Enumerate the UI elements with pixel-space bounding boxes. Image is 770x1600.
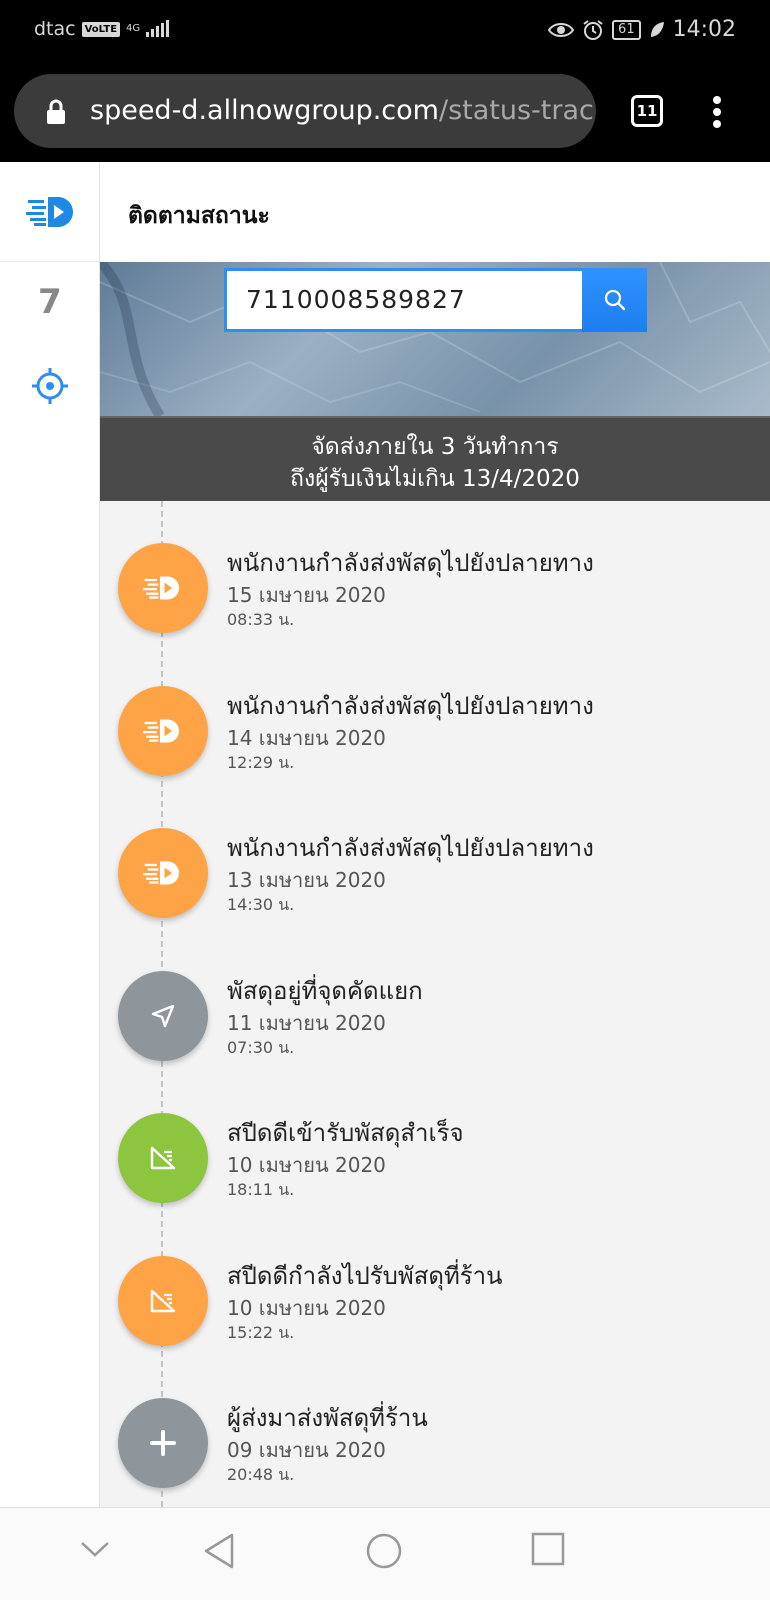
volte-badge: VoLTE <box>81 21 121 37</box>
search-banner: 7110008589827 <box>100 262 770 416</box>
sidebar: 7 <box>0 162 100 1507</box>
event-date: 10 เมษายน 2020 <box>227 1296 386 1320</box>
network-type: 4G <box>126 23 141 34</box>
event-date: 10 เมษายน 2020 <box>227 1153 386 1177</box>
event-title: พนักงานกำลังส่งพัสดุไปยังปลายทาง <box>227 834 594 862</box>
timeline-event: พนักงานกำลังส่งพัสดุไปยังปลายทาง 13 เมษา… <box>100 786 770 931</box>
event-title: สปีดดีกำลังไปรับพัสดุที่ร้าน <box>227 1262 503 1290</box>
event-time: 12:29 น. <box>227 753 295 772</box>
event-time: 15:22 น. <box>227 1323 295 1342</box>
timeline-event: สปีดดีเข้ารับพัสดุสำเร็จ 10 เมษายน 2020 … <box>100 1071 770 1216</box>
event-title: พนักงานกำลังส่งพัสดุไปยังปลายทาง <box>227 692 594 720</box>
event-title: พัสดุอยู่ที่จุดคัดแยก <box>227 977 423 1005</box>
tab-switcher-button[interactable]: 11 <box>631 95 663 127</box>
event-time: 18:11 น. <box>227 1180 295 1199</box>
event-status-dot <box>118 1256 208 1346</box>
status-timeline: พนักงานกำลังส่งพัสดุไปยังปลายทาง 15 เมษา… <box>100 501 770 1507</box>
clock-time: 14:02 <box>672 17 736 42</box>
timeline-event: สปีดดีกำลังไปรับพัสดุที่ร้าน 10 เมษายน 2… <box>100 1214 770 1359</box>
event-date: 09 เมษายน 2020 <box>227 1438 386 1462</box>
delivery-notice: จัดส่งภายใน 3 วันทำการ ถึงผู้รับเงินไม่เ… <box>100 416 770 501</box>
browser-toolbar: speed-d.allnowgroup.com/status-trac 11 <box>0 62 770 162</box>
home-icon[interactable] <box>365 1532 403 1570</box>
lock-icon <box>47 99 65 124</box>
recent-apps-icon[interactable] <box>531 1532 565 1566</box>
event-date: 11 เมษายน 2020 <box>227 1011 386 1035</box>
timeline-event: พนักงานกำลังส่งพัสดุไปยังปลายทาง 14 เมษา… <box>100 644 770 789</box>
speed-d-logo[interactable] <box>0 162 100 262</box>
location-target-icon[interactable] <box>31 367 69 405</box>
alarm-icon <box>583 19 603 40</box>
plus-icon <box>150 1430 176 1456</box>
event-time: 14:30 น. <box>227 895 295 914</box>
battery-indicator: 61 <box>612 19 641 40</box>
parcel-pickup-icon <box>150 1146 176 1170</box>
search-icon <box>604 289 625 311</box>
timeline-event: พัสดุอยู่ที่จุดคัดแยก 11 เมษายน 2020 07:… <box>100 929 770 1074</box>
event-status-dot <box>118 686 208 776</box>
leaf-icon <box>650 21 664 37</box>
search-button[interactable] <box>582 268 647 332</box>
navigation-arrow-icon <box>151 1004 175 1028</box>
speed-d-logo-icon <box>26 197 73 227</box>
event-time: 08:33 น. <box>227 610 295 629</box>
more-menu-icon[interactable] <box>712 96 722 132</box>
seven-eleven-link[interactable]: 7 <box>38 282 62 322</box>
event-status-dot <box>118 828 208 918</box>
event-status-dot <box>118 1398 208 1488</box>
tracking-number-input[interactable]: 7110008589827 <box>224 268 582 332</box>
timeline-event: พนักงานกำลังส่งพัสดุไปยังปลายทาง 15 เมษา… <box>100 501 770 646</box>
speed-d-logo-icon <box>143 861 180 885</box>
url-domain: speed-d.allnowgroup.com <box>90 95 439 126</box>
event-status-dot <box>118 543 208 633</box>
event-title: พนักงานกำลังส่งพัสดุไปยังปลายทาง <box>227 549 594 577</box>
page-header: ติดตามสถานะ <box>100 162 770 262</box>
delivery-notice-line1: จัดส่งภายใน 3 วันทำการ <box>311 434 559 460</box>
event-status-dot <box>118 1113 208 1203</box>
eye-comfort-icon <box>548 22 575 37</box>
carrier-name: dtac <box>34 18 76 40</box>
url-path: /status-trac <box>438 95 594 126</box>
speed-d-logo-icon <box>143 576 180 600</box>
page-title: ติดตามสถานะ <box>128 203 270 229</box>
event-date: 14 เมษายน 2020 <box>227 726 386 750</box>
signal-icon <box>146 20 170 37</box>
url-text: speed-d.allnowgroup.com/status-trac <box>90 95 594 126</box>
system-navigation-bar <box>0 1507 770 1600</box>
address-bar[interactable]: speed-d.allnowgroup.com/status-trac <box>14 74 596 148</box>
status-bar: dtac VoLTE 4G 61 14:02 <box>0 0 770 62</box>
speed-d-logo-icon <box>143 719 180 743</box>
timeline-event: ผู้ส่งมาส่งพัสดุที่ร้าน 09 เมษายน 2020 2… <box>100 1356 770 1501</box>
event-date: 13 เมษายน 2020 <box>227 868 386 892</box>
event-status-dot <box>118 971 208 1061</box>
back-icon[interactable] <box>202 1532 236 1570</box>
collapse-chevron-icon[interactable] <box>80 1540 110 1558</box>
event-time: 07:30 น. <box>227 1038 295 1057</box>
event-title: ผู้ส่งมาส่งพัสดุที่ร้าน <box>227 1404 428 1432</box>
event-title: สปีดดีเข้ารับพัสดุสำเร็จ <box>227 1119 464 1147</box>
event-date: 15 เมษายน 2020 <box>227 583 386 607</box>
parcel-pickup-icon <box>150 1289 176 1313</box>
event-time: 20:48 น. <box>227 1465 295 1484</box>
delivery-notice-line2: ถึงผู้รับเงินไม่เกิน 13/4/2020 <box>290 466 580 492</box>
